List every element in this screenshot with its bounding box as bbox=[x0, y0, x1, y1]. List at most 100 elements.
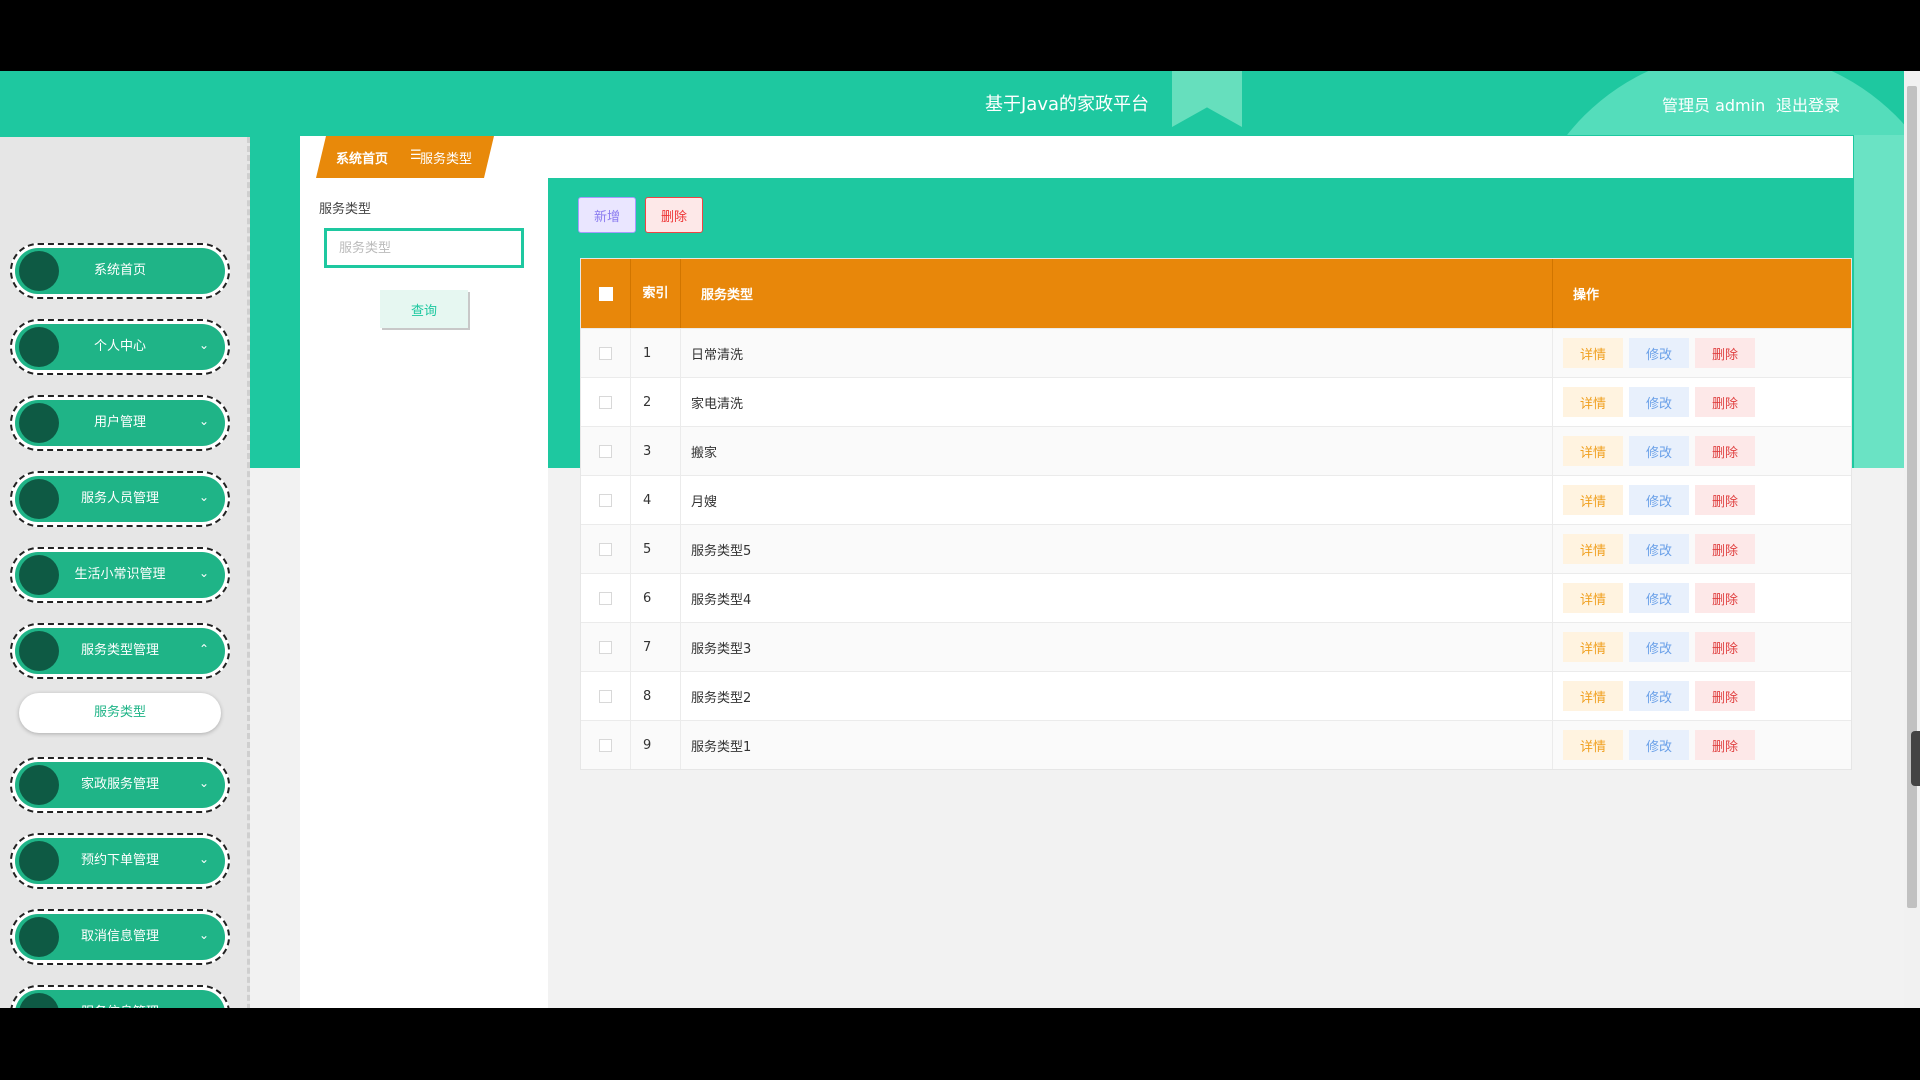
select-all-checkbox[interactable] bbox=[581, 259, 631, 328]
delete-button[interactable]: 删除 bbox=[1695, 632, 1755, 662]
row-actions: 详情 修改 删除 bbox=[1553, 525, 1851, 573]
row-checkbox[interactable] bbox=[581, 476, 631, 524]
edit-button[interactable]: 修改 bbox=[1629, 387, 1689, 417]
column-header-service-type: 服务类型 bbox=[681, 259, 1553, 328]
row-checkbox[interactable] bbox=[581, 427, 631, 475]
delete-button[interactable]: 删除 bbox=[1695, 436, 1755, 466]
sidebar-item-orders[interactable]: 预约下单管理 ⌄ bbox=[10, 833, 230, 889]
chevron-down-icon: ⌄ bbox=[199, 1004, 209, 1008]
table-row: 4 月嫂 详情 修改 删除 bbox=[581, 475, 1851, 524]
row-checkbox[interactable] bbox=[581, 721, 631, 769]
edit-button[interactable]: 修改 bbox=[1629, 338, 1689, 368]
sidebar-item-label: 生活小常识管理 bbox=[74, 567, 166, 582]
row-actions: 详情 修改 删除 bbox=[1553, 378, 1851, 426]
side-handle[interactable] bbox=[1911, 731, 1920, 786]
column-header-index: 索引 bbox=[631, 259, 681, 328]
add-button[interactable]: 新增 bbox=[578, 197, 636, 233]
chevron-down-icon: ⌄ bbox=[199, 776, 210, 790]
sidebar-item-service-type[interactable]: 服务类型管理 ⌃ bbox=[10, 623, 230, 679]
sidebar-item-profile[interactable]: 个人中心 ⌄ bbox=[10, 319, 230, 375]
chevron-up-icon: ⌃ bbox=[199, 642, 210, 656]
sidebar-item-label: 系统首页 bbox=[93, 263, 146, 278]
row-checkbox[interactable] bbox=[581, 623, 631, 671]
breadcrumb-tag: 系统首页 ☰ 服务类型 bbox=[316, 136, 494, 178]
table-row: 5 服务类型5 详情 修改 删除 bbox=[581, 524, 1851, 573]
sidebar-item-label: 服务人员管理 bbox=[80, 491, 159, 506]
sidebar-item-home[interactable]: 系统首页 bbox=[10, 243, 230, 299]
row-actions: 详情 修改 删除 bbox=[1553, 623, 1851, 671]
sidebar: 系统首页 个人中心 ⌄ 用户管理 ⌄ 服务人员管理 ⌄ 生活小常识管理 ⌄ 服务类型管理… bbox=[0, 137, 250, 1008]
detail-button[interactable]: 详情 bbox=[1563, 485, 1623, 515]
row-checkbox[interactable] bbox=[581, 378, 631, 426]
detail-button[interactable]: 详情 bbox=[1563, 436, 1623, 466]
sidebar-item-tips[interactable]: 生活小常识管理 ⌄ bbox=[10, 547, 230, 603]
table-row: 1 日常清洗 详情 修改 删除 bbox=[581, 328, 1851, 377]
app-window: 基于Java的家政平台 管理员 admin 退出登录 系统首页 个人中心 ⌄ 用户… bbox=[0, 71, 1920, 1008]
logout-link[interactable]: 退出登录 bbox=[1776, 92, 1840, 116]
delete-button[interactable]: 删除 bbox=[1695, 485, 1755, 515]
sidebar-item-users[interactable]: 用户管理 ⌄ bbox=[10, 395, 230, 451]
edit-button[interactable]: 修改 bbox=[1629, 681, 1689, 711]
table-row: 8 服务类型2 详情 修改 删除 bbox=[581, 671, 1851, 720]
sidebar-subitem-service-type[interactable]: 服务类型 bbox=[19, 693, 221, 733]
table-row: 2 家电清洗 详情 修改 删除 bbox=[581, 377, 1851, 426]
row-checkbox[interactable] bbox=[581, 525, 631, 573]
row-actions: 详情 修改 删除 bbox=[1553, 427, 1851, 475]
row-checkbox[interactable] bbox=[581, 672, 631, 720]
row-index: 1 bbox=[631, 329, 681, 377]
chevron-down-icon: ⌄ bbox=[199, 566, 210, 580]
service-type-search-input[interactable] bbox=[324, 228, 524, 268]
batch-delete-button[interactable]: 删除 bbox=[645, 197, 703, 233]
row-service-type: 月嫂 bbox=[681, 476, 1553, 524]
edit-button[interactable]: 修改 bbox=[1629, 436, 1689, 466]
delete-button[interactable]: 删除 bbox=[1695, 387, 1755, 417]
sidebar-item-label: 服务类型管理 bbox=[80, 643, 159, 658]
edit-button[interactable]: 修改 bbox=[1629, 583, 1689, 613]
detail-button[interactable]: 详情 bbox=[1563, 583, 1623, 613]
column-header-actions: 操作 bbox=[1573, 288, 1600, 303]
vertical-scrollbar[interactable] bbox=[1904, 71, 1920, 1008]
row-service-type: 服务类型2 bbox=[681, 672, 1553, 720]
delete-button[interactable]: 删除 bbox=[1695, 583, 1755, 613]
sidebar-item-label: 个人中心 bbox=[93, 339, 146, 354]
edit-button[interactable]: 修改 bbox=[1629, 632, 1689, 662]
detail-button[interactable]: 详情 bbox=[1563, 730, 1623, 760]
row-checkbox[interactable] bbox=[581, 329, 631, 377]
row-index: 4 bbox=[631, 476, 681, 524]
breadcrumb-home[interactable]: 系统首页 bbox=[336, 148, 388, 167]
sidebar-item-label: 预约下单管理 bbox=[80, 853, 159, 868]
edit-button[interactable]: 修改 bbox=[1629, 485, 1689, 515]
row-index: 2 bbox=[631, 378, 681, 426]
query-button[interactable]: 查询 bbox=[380, 290, 468, 328]
sidebar-item-staff[interactable]: 服务人员管理 ⌄ bbox=[10, 471, 230, 527]
delete-button[interactable]: 删除 bbox=[1695, 534, 1755, 564]
row-actions: 详情 修改 删除 bbox=[1553, 476, 1851, 524]
row-service-type: 日常清洗 bbox=[681, 329, 1553, 377]
search-panel: 服务类型 查询 bbox=[300, 178, 548, 1008]
edit-button[interactable]: 修改 bbox=[1629, 730, 1689, 760]
detail-button[interactable]: 详情 bbox=[1563, 534, 1623, 564]
delete-button[interactable]: 删除 bbox=[1695, 681, 1755, 711]
table-header: 索引 服务类型 操作 bbox=[581, 259, 1851, 328]
top-header: 基于Java的家政平台 管理员 admin 退出登录 bbox=[0, 71, 1920, 135]
detail-button[interactable]: 详情 bbox=[1563, 681, 1623, 711]
detail-button[interactable]: 详情 bbox=[1563, 632, 1623, 662]
sidebar-item-cancellations[interactable]: 取消信息管理 ⌄ bbox=[10, 909, 230, 965]
row-service-type: 服务类型1 bbox=[681, 721, 1553, 769]
sidebar-item-housekeeping[interactable]: 家政服务管理 ⌄ bbox=[10, 757, 230, 813]
sidebar-item-label: 用户管理 bbox=[93, 415, 146, 430]
search-label: 服务类型 bbox=[319, 202, 372, 217]
table-row: 9 服务类型1 详情 修改 删除 bbox=[581, 720, 1851, 769]
chevron-down-icon: ⌄ bbox=[199, 852, 210, 866]
detail-button[interactable]: 详情 bbox=[1563, 387, 1623, 417]
row-index: 6 bbox=[631, 574, 681, 622]
bookmark-icon bbox=[1172, 71, 1242, 127]
detail-button[interactable]: 详情 bbox=[1563, 338, 1623, 368]
sidebar-item-service-info[interactable]: 服务信息管理⌄ bbox=[10, 985, 230, 1008]
delete-button[interactable]: 删除 bbox=[1695, 730, 1755, 760]
row-checkbox[interactable] bbox=[581, 574, 631, 622]
row-actions: 详情 修改 删除 bbox=[1553, 672, 1851, 720]
row-index: 5 bbox=[631, 525, 681, 573]
edit-button[interactable]: 修改 bbox=[1629, 534, 1689, 564]
delete-button[interactable]: 删除 bbox=[1695, 338, 1755, 368]
